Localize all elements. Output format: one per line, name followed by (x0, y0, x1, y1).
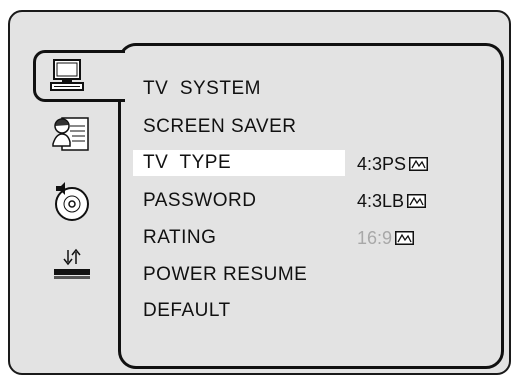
menu-item-default[interactable]: DEFAULT (143, 300, 231, 322)
menu-item-tv-type[interactable]: TV TYPE (133, 150, 345, 176)
aspect-ratio-icon (409, 157, 429, 171)
option-label: 4:3PS (357, 154, 407, 174)
menu-item-screen-saver[interactable]: SCREEN SAVER (143, 116, 296, 138)
sidebar-tab-preference-setup[interactable] (38, 246, 108, 302)
option-label: 4:3LB (357, 191, 405, 211)
option-label: 16:9 (357, 228, 393, 248)
sidebar-tab-audio-setup[interactable] (38, 178, 108, 234)
sidebar-tab-general-setup[interactable] (33, 50, 125, 102)
menu-item-tv-system[interactable]: TV SYSTEM (143, 78, 261, 100)
menu-item-rating[interactable]: RATING (143, 227, 216, 249)
monitor-icon (50, 59, 84, 91)
speaker-disc-icon (55, 182, 89, 221)
menu-item-password[interactable]: PASSWORD (143, 190, 256, 212)
sidebar-tab-language-setup[interactable] (38, 110, 108, 166)
option-4-3-ps[interactable]: 4:3PS (357, 153, 429, 175)
aspect-ratio-icon (407, 194, 427, 208)
person-document-icon (52, 117, 89, 151)
transfer-device-icon (54, 248, 90, 279)
option-16-9[interactable]: 16:9 (357, 227, 415, 249)
menu-item-power-resume[interactable]: POWER RESUME (143, 264, 307, 286)
option-4-3-lb[interactable]: 4:3LB (357, 190, 427, 212)
aspect-ratio-icon (395, 231, 415, 245)
